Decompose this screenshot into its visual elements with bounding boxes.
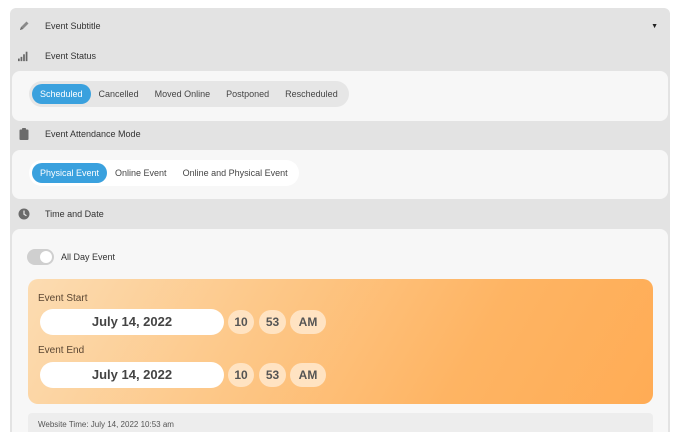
subtitle-label: Event Subtitle <box>45 21 101 31</box>
attendance-options: Physical Event Online Event Online and P… <box>29 160 299 186</box>
event-end-hour[interactable]: 10 <box>228 363 254 387</box>
event-start-date[interactable]: July 14, 2022 <box>40 309 224 335</box>
attendance-option-online-physical[interactable]: Online and Physical Event <box>175 163 296 183</box>
status-option-scheduled[interactable]: Scheduled <box>32 84 91 104</box>
website-time: Website Time: July 14, 2022 10:53 am <box>28 413 653 432</box>
event-end-ampm[interactable]: AM <box>290 363 326 387</box>
event-start-ampm[interactable]: AM <box>290 310 326 334</box>
event-end-date[interactable]: July 14, 2022 <box>40 362 224 388</box>
status-label: Event Status <box>45 51 97 61</box>
subtitle-row[interactable]: Event Subtitle ▼ <box>10 10 670 42</box>
event-start-minute[interactable]: 53 <box>259 310 286 334</box>
status-header: Event Status <box>10 40 670 72</box>
event-end-label: Event End <box>38 345 85 356</box>
all-day-label: All Day Event <box>61 252 116 262</box>
status-option-rescheduled[interactable]: Rescheduled <box>277 84 346 104</box>
attendance-label: Event Attendance Mode <box>45 129 141 139</box>
event-settings-panel: Event Subtitle ▼ Event Status Scheduled … <box>10 8 670 432</box>
signal-bars-icon <box>18 50 30 62</box>
event-end-minute[interactable]: 53 <box>259 363 286 387</box>
event-datetime-box: Event Start July 14, 2022 10 53 AM Event… <box>28 279 653 404</box>
attendance-header: Event Attendance Mode <box>10 118 670 150</box>
event-start-hour[interactable]: 10 <box>228 310 254 334</box>
event-start-label: Event Start <box>38 293 88 304</box>
pencil-icon <box>18 20 30 32</box>
status-option-moved-online[interactable]: Moved Online <box>147 84 219 104</box>
chevron-down-icon[interactable]: ▼ <box>651 23 658 30</box>
status-option-postponed[interactable]: Postponed <box>218 84 277 104</box>
attendance-card: Physical Event Online Event Online and P… <box>12 150 668 199</box>
time-header: Time and Date <box>10 198 670 230</box>
attendance-option-online[interactable]: Online Event <box>107 163 175 183</box>
status-options: Scheduled Cancelled Moved Online Postpon… <box>29 81 349 107</box>
status-option-cancelled[interactable]: Cancelled <box>91 84 147 104</box>
time-card: All Day Event Event Start July 14, 2022 … <box>12 229 668 432</box>
all-day-toggle[interactable] <box>27 249 54 265</box>
time-label: Time and Date <box>45 209 104 219</box>
attendance-option-physical[interactable]: Physical Event <box>32 163 108 183</box>
clock-icon <box>18 208 30 220</box>
clipboard-icon <box>18 128 30 140</box>
status-card: Scheduled Cancelled Moved Online Postpon… <box>12 71 668 121</box>
